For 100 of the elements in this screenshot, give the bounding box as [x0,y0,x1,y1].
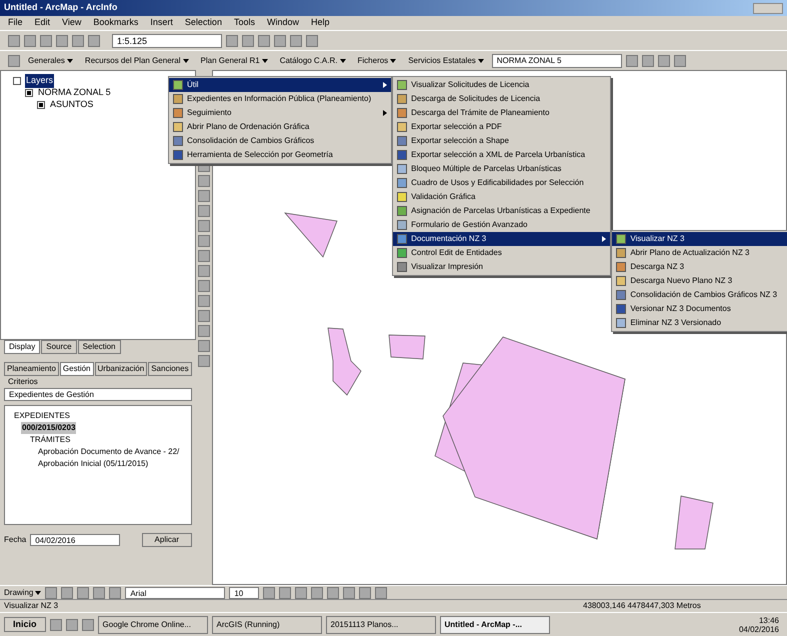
toolbar-icon[interactable] [279,586,292,598]
menu-item[interactable]: Útil [169,78,392,92]
menu-item[interactable]: Abrir Plano de Ordenación Gráfica [169,120,392,134]
toolbar-menu[interactable]: Ficheros [354,54,400,66]
menu-item[interactable]: Versionar NZ 3 Documentos [612,302,787,316]
menu-item[interactable]: Expedientes en Información Pública (Planeamiento) [169,92,392,106]
tree-item[interactable]: EXPEDIENTES [13,410,72,422]
toolbar-icon[interactable] [306,34,318,46]
menu-bar-item[interactable]: Help [310,16,330,30]
tree-item[interactable]: 000/2015/0203 [21,422,76,434]
menu-item[interactable]: Seguimiento [169,106,392,120]
toolbar-menu[interactable]: Servicios Estatales [404,54,488,66]
tree-item[interactable]: TRÁMITES [29,434,72,446]
toolbar-icon[interactable] [343,586,356,598]
font-dropdown[interactable]: Arial [125,586,226,598]
toolbar-icon[interactable] [56,34,68,46]
scale-field[interactable]: 1:5.125 [112,34,222,48]
apply-button[interactable]: Aplicar [142,533,192,547]
menu-item[interactable]: Descarga NZ 3 [612,260,787,274]
checkbox[interactable] [13,77,21,85]
menu-bar-item[interactable]: Insert [150,16,173,30]
menu-item[interactable]: Exportar selección a PDF [393,120,610,134]
toolbar-icon[interactable] [40,34,52,46]
toolbar-icon[interactable] [242,34,254,46]
layer-label[interactable]: ASUNTOS [49,98,94,112]
menu-item[interactable]: Bloqueo Múltiple de Parcelas Urbanísticas [393,162,610,176]
taskbar-button[interactable]: ArcGIS (Running) [212,616,322,634]
menu-item[interactable]: Cuadro de Usos y Edificabilidades por Selección [393,176,610,190]
menu-item[interactable]: Visualizar NZ 3 [612,232,787,246]
menu-item[interactable]: Asignación de Parcelas Urbanísticas a Expediente [393,204,610,218]
toolbar-icon[interactable] [274,34,286,46]
toolbar-icon[interactable] [375,586,388,598]
toolbar-icon[interactable] [290,34,302,46]
toolbar-icon[interactable] [45,586,58,598]
taskbar-button[interactable]: 20151113 Planos... [326,616,436,634]
toolbar-menu[interactable]: Catálogo C.A.R. [276,54,350,66]
toolbar-icon[interactable] [8,54,20,66]
toolbar-icon[interactable] [327,586,340,598]
toolbar-menu[interactable]: Generales [24,54,77,66]
toolbar-icon[interactable] [109,586,122,598]
menu-bar-item[interactable]: File [8,16,23,30]
toolbar-icon[interactable] [82,618,94,630]
menu-item[interactable]: Documentación NZ 3 [393,232,610,246]
window-controls-icon[interactable] [753,2,783,14]
start-button[interactable]: Inicio [4,616,46,632]
menu-bar-item[interactable]: View [62,16,82,30]
font-size-dropdown[interactable]: 10 [229,586,260,598]
checkbox[interactable] [25,89,33,97]
date-field[interactable]: 04/02/2016 [30,534,120,546]
menu-item[interactable]: Control Edit de Entidades [393,246,610,260]
toc-tab[interactable]: Selection [78,340,121,354]
taskbar-button[interactable]: Google Chrome Online... [98,616,208,634]
toolbar-menu[interactable]: Plan General R1 [196,54,272,66]
taskbar-button[interactable]: Untitled - ArcMap -... [440,616,550,634]
menu-item[interactable]: Validación Gráfica [393,190,610,204]
panel-tab[interactable]: Planeamiento [4,362,59,376]
layer-label[interactable]: Layers [25,74,54,88]
menu-item[interactable]: Consolidación de Cambios Gráficos NZ 3 [612,288,787,302]
toolbar-icon[interactable] [88,34,100,46]
menu-item[interactable]: Visualizar Impresión [393,260,610,274]
layer-label[interactable]: NORMA ZONAL 5 [37,86,112,100]
menu-item[interactable]: Abrir Plano de Actualización NZ 3 [612,246,787,260]
toolbar-icon[interactable] [50,618,62,630]
toolbar-icon[interactable] [66,618,78,630]
menu-item[interactable]: Eliminar NZ 3 Versionado [612,316,787,330]
checkbox[interactable] [37,101,45,109]
toolbar-menu[interactable]: Recursos del Plan General [80,54,193,66]
toolbar-icon[interactable] [93,586,106,598]
panel-tab[interactable]: Sanciones [148,362,192,376]
toolbar-icon[interactable] [24,34,36,46]
toolbar-icon[interactable] [626,54,638,66]
toolbar-icon[interactable] [263,586,276,598]
toolbar-icon[interactable] [258,34,270,46]
menu-bar-item[interactable]: Selection [184,16,222,30]
menu-item[interactable]: Herramienta de Selección por Geometría [169,148,392,162]
menu-bar-item[interactable]: Tools [234,16,255,30]
toc-tab[interactable]: Source [41,340,77,354]
tree-item[interactable]: Aprobación Inicial (05/11/2015) [37,458,150,470]
menu-item[interactable]: Exportar selección a Shape [393,134,610,148]
layer-dropdown[interactable]: NORMA ZONAL 5 [492,54,622,68]
panel-tab[interactable]: Urbanización [94,362,148,376]
menu-item[interactable]: Descarga Nuevo Plano NZ 3 [612,274,787,288]
menu-item[interactable]: Consolidación de Cambios Gráficos [169,134,392,148]
toc-tab[interactable]: Display [4,340,40,354]
toolbar-icon[interactable] [226,34,238,46]
toolbar-icon[interactable] [295,586,308,598]
drawing-menu[interactable]: Drawing [4,586,42,598]
menu-item[interactable]: Exportar selección a XML de Parcela Urbanística [393,148,610,162]
toolbar-icon[interactable] [72,34,84,46]
menu-bar-item[interactable]: Edit [34,16,50,30]
toolbar-icon[interactable] [61,586,74,598]
menu-bar-item[interactable]: Bookmarks [93,16,138,30]
toolbar-icon[interactable] [658,54,670,66]
criteria-dropdown[interactable]: Expedientes de Gestión [4,388,192,401]
toolbar-icon[interactable] [642,54,654,66]
menu-item[interactable]: Visualizar Solicitudes de Licencia [393,78,610,92]
menu-item[interactable]: Formulario de Gestión Avanzado [393,218,610,232]
menu-bar-item[interactable]: Window [266,16,299,30]
menu-item[interactable]: Descarga de Solicitudes de Licencia [393,92,610,106]
toolbar-icon[interactable] [674,54,686,66]
